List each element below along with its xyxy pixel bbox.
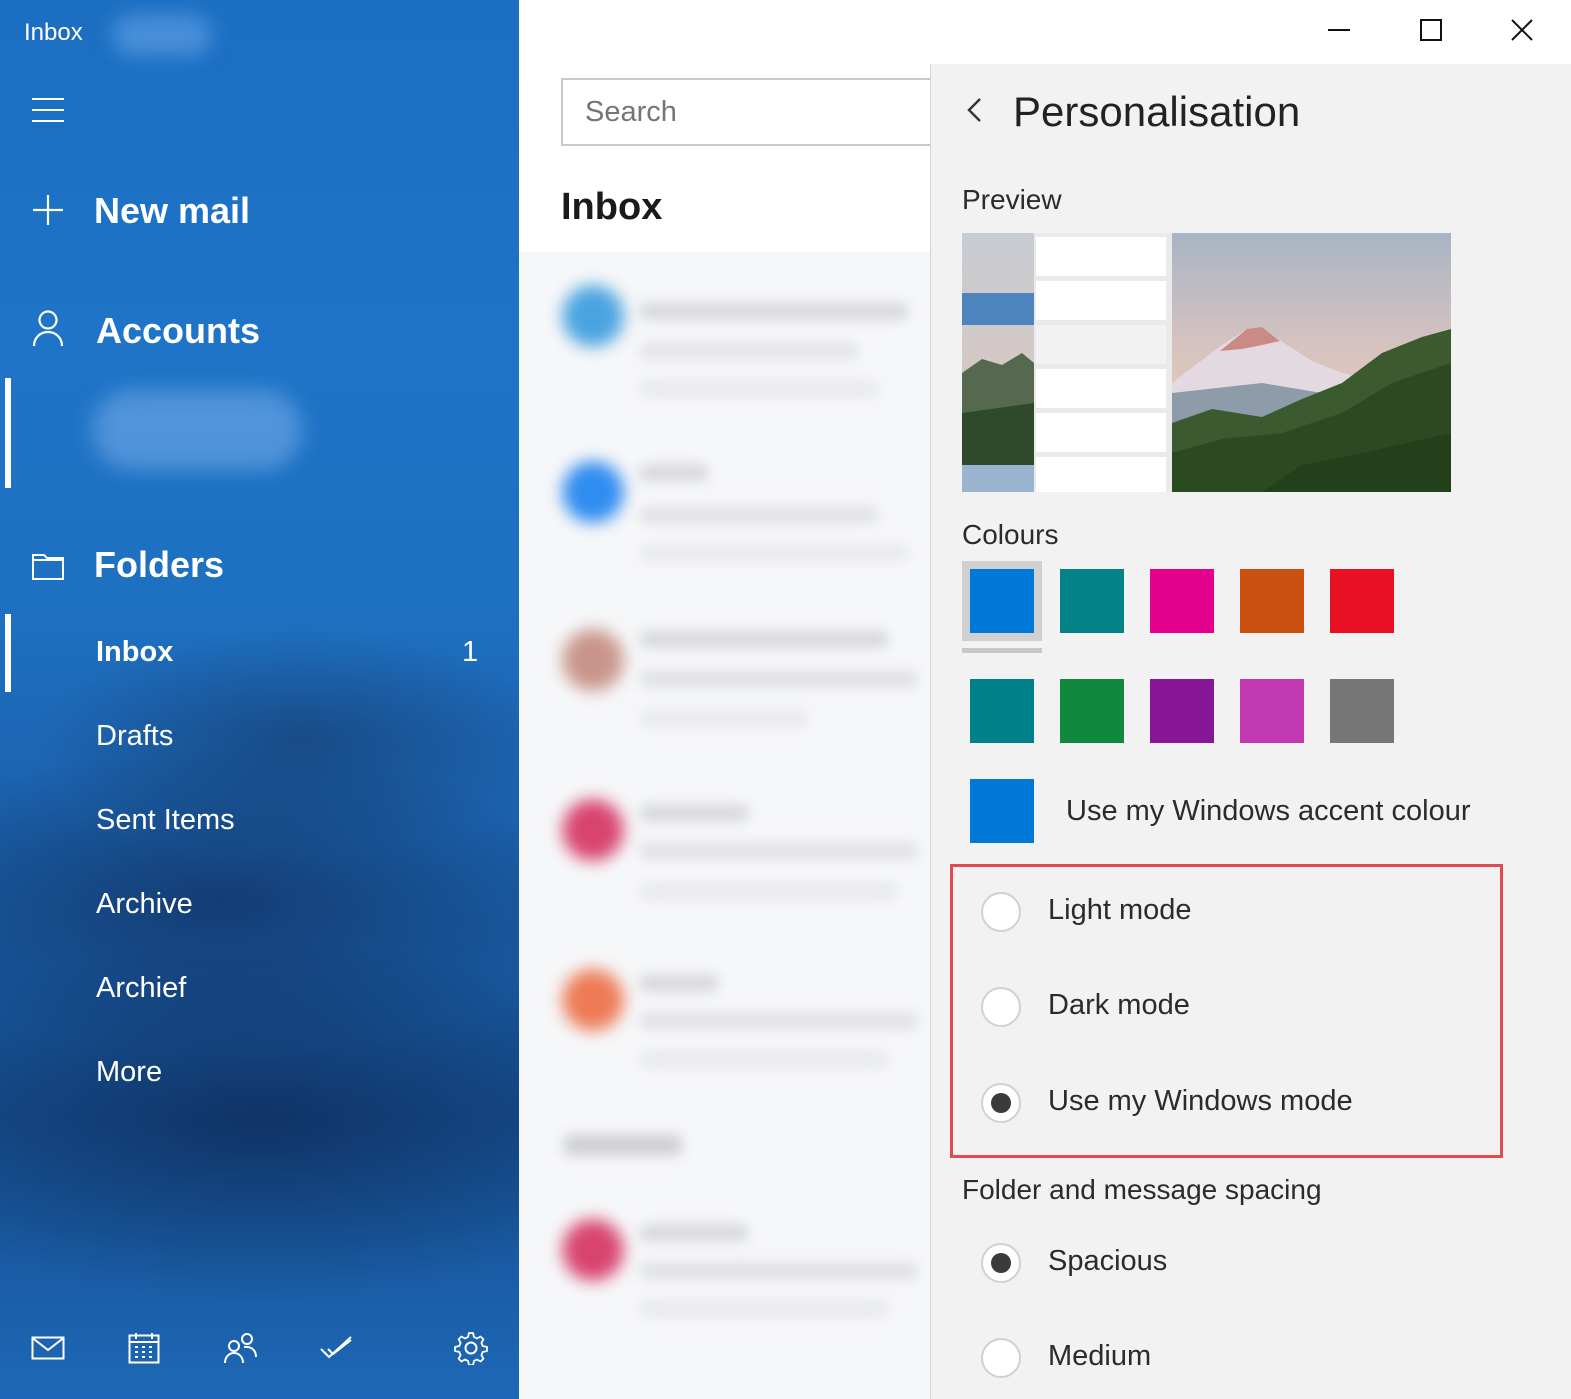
- folder-sent-items[interactable]: Sent Items: [0, 792, 519, 852]
- list-item[interactable]: [519, 1196, 930, 1366]
- avatar: [557, 456, 629, 528]
- message-list: [519, 252, 930, 1399]
- accounts-label: Accounts: [96, 310, 261, 351]
- close-icon: [1511, 18, 1533, 46]
- folder-label: Archive: [96, 888, 193, 920]
- dark-mode-radio[interactable]: Dark mode: [981, 985, 1481, 1029]
- list-item[interactable]: [519, 946, 930, 1116]
- avatar: [557, 624, 629, 696]
- personalisation-panel: Personalisation Preview Colours Use my W…: [930, 64, 1571, 1399]
- back-button[interactable]: [957, 94, 993, 130]
- folder-drafts[interactable]: Drafts: [0, 708, 519, 768]
- colour-swatch-purple[interactable]: [1150, 679, 1214, 743]
- blurred-account-name: [112, 14, 212, 56]
- folder-label: More: [96, 1056, 163, 1088]
- folder-archive[interactable]: Archive: [0, 876, 519, 936]
- list-item[interactable]: [519, 436, 930, 606]
- folder-more[interactable]: More: [0, 1044, 519, 1104]
- colour-swatch-blue[interactable]: [970, 569, 1034, 633]
- list-item[interactable]: [519, 606, 930, 776]
- spacing-label: Folder and message spacing: [962, 1174, 1322, 1205]
- folders-label: Folders: [94, 544, 225, 585]
- folder-inbox[interactable]: Inbox 1: [0, 624, 519, 684]
- colour-swatch-grey[interactable]: [1330, 679, 1394, 743]
- selected-colour-underline: [962, 648, 1042, 653]
- maximize-icon: [1420, 18, 1442, 46]
- radio-button: [981, 892, 1021, 932]
- navigation-pane: Inbox New mail Accounts Folders Inbox 1 …: [0, 0, 519, 1399]
- radio-label: Dark mode: [1048, 989, 1190, 1021]
- avatar: [557, 964, 629, 1036]
- unread-count-badge: 1: [462, 636, 479, 668]
- folder-icon: [30, 548, 66, 584]
- todo-icon[interactable]: [316, 1328, 356, 1368]
- close-button[interactable]: [1476, 0, 1568, 64]
- accounts-button[interactable]: Accounts: [0, 306, 519, 354]
- folder-archief[interactable]: Archief: [0, 960, 519, 1020]
- minimize-icon: [1328, 19, 1350, 46]
- new-mail-button[interactable]: New mail: [0, 186, 519, 234]
- radio-label: Use my Windows mode: [1048, 1085, 1353, 1117]
- colour-swatch-cyan[interactable]: [970, 679, 1034, 743]
- list-item[interactable]: [519, 776, 930, 946]
- accent-colour-swatch: [970, 779, 1034, 843]
- window-title: Inbox: [24, 19, 83, 46]
- spacious-radio[interactable]: Spacious: [981, 1241, 1481, 1285]
- search-input[interactable]: [561, 78, 930, 146]
- windows-accent-colour-option[interactable]: Use my Windows accent colour: [970, 779, 1490, 843]
- windows-mode-radio[interactable]: Use my Windows mode: [981, 1081, 1481, 1125]
- settings-icon[interactable]: [451, 1328, 491, 1368]
- avatar: [557, 1214, 629, 1286]
- radio-button: [981, 1243, 1021, 1283]
- colour-swatch-green[interactable]: [1060, 679, 1124, 743]
- radio-button: [981, 1338, 1021, 1378]
- folders-button[interactable]: Folders: [0, 540, 519, 590]
- maximize-button[interactable]: [1385, 0, 1477, 64]
- colour-swatch-teal[interactable]: [1060, 569, 1124, 633]
- chevron-left-icon: [966, 97, 984, 128]
- colour-swatch-magenta[interactable]: [1150, 569, 1214, 633]
- colours-label: Colours: [962, 519, 1059, 550]
- colour-swatch-red[interactable]: [1330, 569, 1394, 633]
- colour-swatch-orange[interactable]: [1240, 569, 1304, 633]
- radio-button: [981, 987, 1021, 1027]
- folder-label: Archief: [96, 972, 187, 1004]
- mail-icon[interactable]: [28, 1328, 68, 1368]
- radio-label: Medium: [1048, 1340, 1152, 1372]
- people-icon[interactable]: [220, 1328, 260, 1368]
- list-item[interactable]: [519, 262, 930, 432]
- list-title: Inbox: [561, 186, 663, 228]
- radio-label: Spacious: [1048, 1245, 1168, 1277]
- calendar-icon[interactable]: [124, 1328, 164, 1368]
- accent-colour-label: Use my Windows accent colour: [1066, 795, 1471, 827]
- panel-title: Personalisation: [1013, 88, 1301, 135]
- medium-radio[interactable]: Medium: [981, 1336, 1481, 1380]
- folder-label: Inbox: [96, 636, 174, 668]
- light-mode-radio[interactable]: Light mode: [981, 890, 1481, 934]
- date-group-header: [563, 1134, 683, 1156]
- folder-label: Drafts: [96, 720, 174, 752]
- account-item[interactable]: [0, 380, 519, 486]
- preview-image: [962, 233, 1451, 492]
- colour-swatch-orchid[interactable]: [1240, 679, 1304, 743]
- preview-label: Preview: [962, 184, 1062, 215]
- message-list-pane: Inbox: [519, 0, 930, 1399]
- minimize-button[interactable]: [1293, 0, 1385, 64]
- person-icon: [30, 310, 66, 347]
- folder-label: Sent Items: [96, 804, 235, 836]
- radio-button: [981, 1083, 1021, 1123]
- avatar: [557, 794, 629, 866]
- new-mail-label: New mail: [94, 190, 251, 231]
- plus-icon: [30, 192, 66, 228]
- hamburger-menu-icon[interactable]: [32, 98, 64, 122]
- radio-label: Light mode: [1048, 894, 1192, 926]
- avatar: [557, 280, 629, 352]
